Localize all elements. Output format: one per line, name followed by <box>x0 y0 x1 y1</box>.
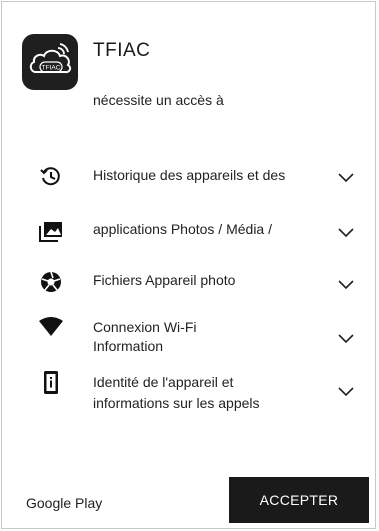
permission-item-camera[interactable]: Fichiers Appareil photo <box>2 267 377 307</box>
permission-subtitle: nécessite un accès à <box>93 92 224 108</box>
app-icon-text: TFIAC <box>42 65 61 72</box>
permission-label: Connexion Wi-Fi Information <box>93 319 197 354</box>
permission-dialog: TFIAC TFIAC nécessite un accès à Histori… <box>1 1 376 529</box>
permission-label: Fichiers Appareil photo <box>93 272 236 288</box>
permission-label: Identité de l'appareil et informations s… <box>93 374 260 411</box>
permission-item-phone[interactable]: Identité de l'appareil et informations s… <box>2 368 377 418</box>
chevron-down-icon[interactable] <box>338 225 354 238</box>
permission-label: applications Photos / Média / <box>93 221 272 237</box>
chevron-down-icon[interactable] <box>338 384 354 397</box>
app-name: TFIAC <box>93 40 151 61</box>
camera-aperture-icon <box>38 269 64 295</box>
permission-label: Historique des appareils et des <box>93 167 286 183</box>
tfiac-cloud-logo-icon: TFIAC <box>22 34 78 90</box>
permission-item-photos[interactable]: applications Photos / Média / <box>2 216 377 256</box>
permission-item-history[interactable]: Historique des appareils et des <box>2 162 377 202</box>
chevron-down-icon[interactable] <box>338 277 354 290</box>
chevron-down-icon[interactable] <box>338 170 354 183</box>
phone-info-icon <box>38 370 64 396</box>
history-icon <box>38 164 64 190</box>
accept-button[interactable]: ACCEPTER <box>229 477 369 523</box>
photos-icon <box>38 218 64 244</box>
chevron-down-icon[interactable] <box>338 331 354 344</box>
google-play-label: Google Play <box>26 495 103 511</box>
wifi-icon <box>38 315 64 341</box>
permission-item-wifi[interactable]: Connexion Wi-Fi Information <box>2 315 377 361</box>
